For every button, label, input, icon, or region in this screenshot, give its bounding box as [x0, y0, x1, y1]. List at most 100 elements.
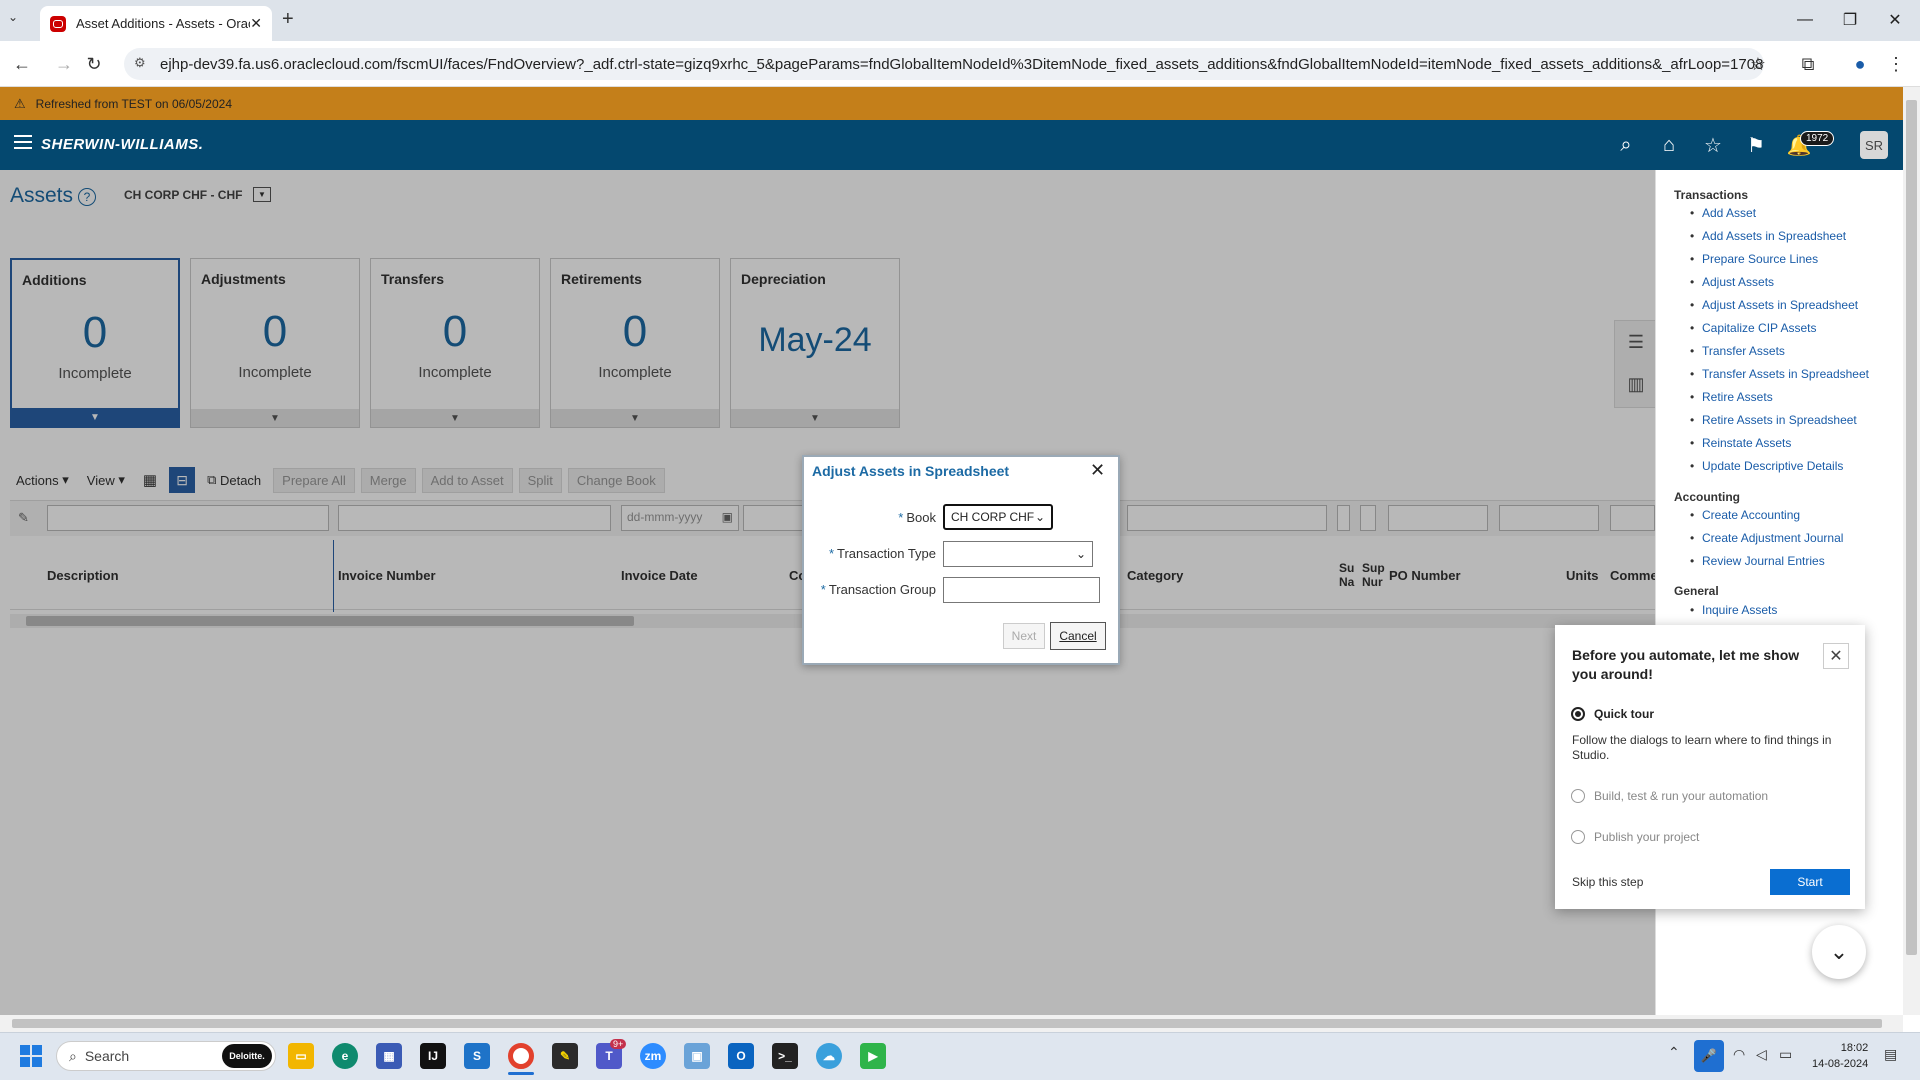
build-test-run-label[interactable]: Build, test & run your automation — [1594, 789, 1768, 803]
favorites-star-icon[interactable]: ☆ — [1700, 132, 1726, 158]
book-label-text: Book — [906, 510, 936, 525]
task-inquire-assets[interactable]: Inquire Assets — [1690, 603, 1777, 617]
book-select[interactable]: CH CORP CHF ⌄ — [943, 504, 1053, 530]
window-close-icon[interactable]: ✕ — [1875, 6, 1915, 34]
transaction-type-label-text: Transaction Type — [837, 546, 936, 561]
windows-start-icon[interactable] — [20, 1045, 42, 1067]
task-prepare-source-lines[interactable]: Prepare Source Lines — [1690, 252, 1818, 266]
url-field[interactable]: ejhp-dev39.fa.us6.oraclecloud.com/fscmUI… — [124, 48, 1764, 80]
zoom-icon[interactable]: zm — [640, 1043, 666, 1069]
notification-count-badge: 1972 — [1800, 131, 1835, 146]
back-icon[interactable]: ← — [8, 50, 36, 78]
deloitte-logo[interactable]: Deloitte. — [222, 1044, 272, 1068]
volume-icon[interactable]: ◁ — [1756, 1046, 1767, 1063]
profile-icon[interactable]: ● — [1846, 50, 1874, 78]
publish-project-radio[interactable] — [1571, 830, 1585, 844]
build-test-run-radio[interactable] — [1571, 789, 1585, 803]
file-explorer-icon[interactable]: ▭ — [288, 1043, 314, 1069]
wifi-icon[interactable]: ◠ — [1733, 1046, 1745, 1063]
task-add-assets-spreadsheet[interactable]: Add Assets in Spreadsheet — [1690, 229, 1846, 243]
task-update-descriptive-details[interactable]: Update Descriptive Details — [1690, 459, 1843, 473]
intellij-icon[interactable]: IJ — [420, 1043, 446, 1069]
quick-tour-label[interactable]: Quick tour — [1594, 707, 1654, 721]
browser-tab[interactable]: Asset Additions - Assets - Orac ✕ — [40, 6, 272, 41]
task-create-accounting[interactable]: Create Accounting — [1690, 508, 1800, 522]
forward-icon[interactable]: → — [50, 50, 78, 78]
tray-chevron-icon[interactable]: ⌃ — [1668, 1044, 1680, 1061]
book-select-value: CH CORP CHF — [951, 510, 1035, 524]
sticky-notes-icon[interactable]: ✎ — [552, 1043, 578, 1069]
task-retire-assets-spreadsheet[interactable]: Retire Assets in Spreadsheet — [1690, 413, 1857, 427]
company-logo[interactable]: SHERWIN-WILLIAMS. — [41, 136, 203, 153]
microphone-icon[interactable]: 🎤 — [1694, 1040, 1724, 1072]
minimize-icon[interactable]: — — [1785, 6, 1825, 34]
transaction-type-select[interactable]: ⌄ — [943, 541, 1093, 567]
cancel-button[interactable]: Cancel — [1050, 622, 1106, 650]
restore-icon[interactable]: ❐ — [1830, 6, 1870, 34]
tab-close-icon[interactable]: ✕ — [250, 15, 262, 32]
publish-project-label[interactable]: Publish your project — [1594, 830, 1699, 844]
user-avatar[interactable]: SR — [1860, 131, 1888, 159]
store-icon[interactable]: ▦ — [376, 1043, 402, 1069]
chevron-down-icon: ⌄ — [1075, 547, 1086, 561]
transaction-group-label-text: Transaction Group — [828, 582, 936, 597]
battery-icon[interactable]: ▭ — [1779, 1046, 1792, 1063]
transaction-group-input[interactable] — [943, 577, 1100, 603]
edge-icon[interactable]: e — [332, 1043, 358, 1069]
tour-title: Before you automate, let me show you aro… — [1572, 647, 1800, 682]
notification-center-icon[interactable]: ▤ — [1884, 1046, 1897, 1063]
hamburger-menu-icon[interactable] — [14, 135, 32, 149]
task-reinstate-assets[interactable]: Reinstate Assets — [1690, 436, 1791, 450]
skip-step-link[interactable]: Skip this step — [1572, 875, 1643, 889]
terminal-icon[interactable]: >_ — [772, 1043, 798, 1069]
system-clock[interactable]: 18:02 14-08-2024 — [1812, 1040, 1868, 1072]
task-retire-assets[interactable]: Retire Assets — [1690, 390, 1773, 404]
clock-date: 14-08-2024 — [1812, 1058, 1869, 1070]
search-icon[interactable]: ⌕ — [1613, 132, 1639, 158]
task-review-journal-entries[interactable]: Review Journal Entries — [1690, 554, 1825, 568]
dialog-title: Adjust Assets in Spreadsheet — [812, 463, 1010, 479]
next-button[interactable]: Next — [1003, 623, 1045, 649]
task-capitalize-cip[interactable]: Capitalize CIP Assets — [1690, 321, 1816, 335]
reload-icon[interactable]: ↻ — [80, 50, 108, 78]
remote-desktop-icon[interactable]: ▣ — [684, 1043, 710, 1069]
new-tab-icon[interactable]: + — [282, 8, 294, 31]
tab-search-icon[interactable]: ⌄ — [8, 10, 18, 24]
collapse-chevron-icon[interactable]: ⌄ — [1812, 925, 1866, 979]
outlook-icon[interactable]: O — [728, 1043, 754, 1069]
watchlist-flag-icon[interactable]: ⚑ — [1743, 132, 1769, 158]
banner-text: Refreshed from TEST on 06/05/2024 — [35, 96, 232, 111]
task-create-adjustment-journal[interactable]: Create Adjustment Journal — [1690, 531, 1843, 545]
bookmark-star-icon[interactable]: ☆ — [1744, 50, 1772, 78]
chevron-down-icon: ⌄ — [1034, 510, 1045, 524]
home-icon[interactable]: ⌂ — [1656, 132, 1682, 158]
warning-icon: ⚠ — [14, 95, 26, 111]
chrome-icon[interactable] — [508, 1043, 534, 1069]
extensions-icon[interactable]: ⧉ — [1794, 50, 1822, 78]
dialog-close-icon[interactable]: ✕ — [1090, 460, 1105, 481]
search-icon: ⌕ — [69, 1047, 77, 1064]
start-button[interactable]: Start — [1770, 869, 1850, 895]
page-scroll-thumb[interactable] — [1906, 100, 1917, 955]
green-app-icon[interactable]: ▶ — [860, 1043, 886, 1069]
task-adjust-assets[interactable]: Adjust Assets — [1690, 275, 1774, 289]
transaction-type-label: * Transaction Type — [828, 546, 936, 561]
quick-tour-radio[interactable] — [1571, 707, 1585, 721]
studio-icon[interactable]: S — [464, 1043, 490, 1069]
page-hscroll-thumb[interactable] — [12, 1019, 1882, 1028]
task-adjust-assets-spreadsheet[interactable]: Adjust Assets in Spreadsheet — [1690, 298, 1858, 312]
refresh-banner: ⚠ Refreshed from TEST on 06/05/2024 — [0, 87, 1903, 120]
taskbar-search-label: Search — [84, 1048, 130, 1064]
task-transfer-assets-spreadsheet[interactable]: Transfer Assets in Spreadsheet — [1690, 367, 1869, 381]
tab-title: Asset Additions - Assets - Orac — [76, 16, 251, 31]
task-transfer-assets[interactable]: Transfer Assets — [1690, 344, 1785, 358]
tour-close-icon[interactable]: ✕ — [1823, 643, 1849, 669]
active-app-indicator — [508, 1072, 534, 1075]
teams-badge: 9+ — [610, 1039, 627, 1049]
task-add-asset[interactable]: Add Asset — [1690, 206, 1756, 220]
browser-menu-icon[interactable]: ⋮ — [1882, 50, 1910, 78]
general-heading: General — [1674, 584, 1719, 598]
site-info-icon[interactable]: ⚙ — [134, 55, 146, 71]
cloud-app-icon[interactable]: ☁ — [816, 1043, 842, 1069]
transactions-heading: Transactions — [1674, 188, 1749, 202]
